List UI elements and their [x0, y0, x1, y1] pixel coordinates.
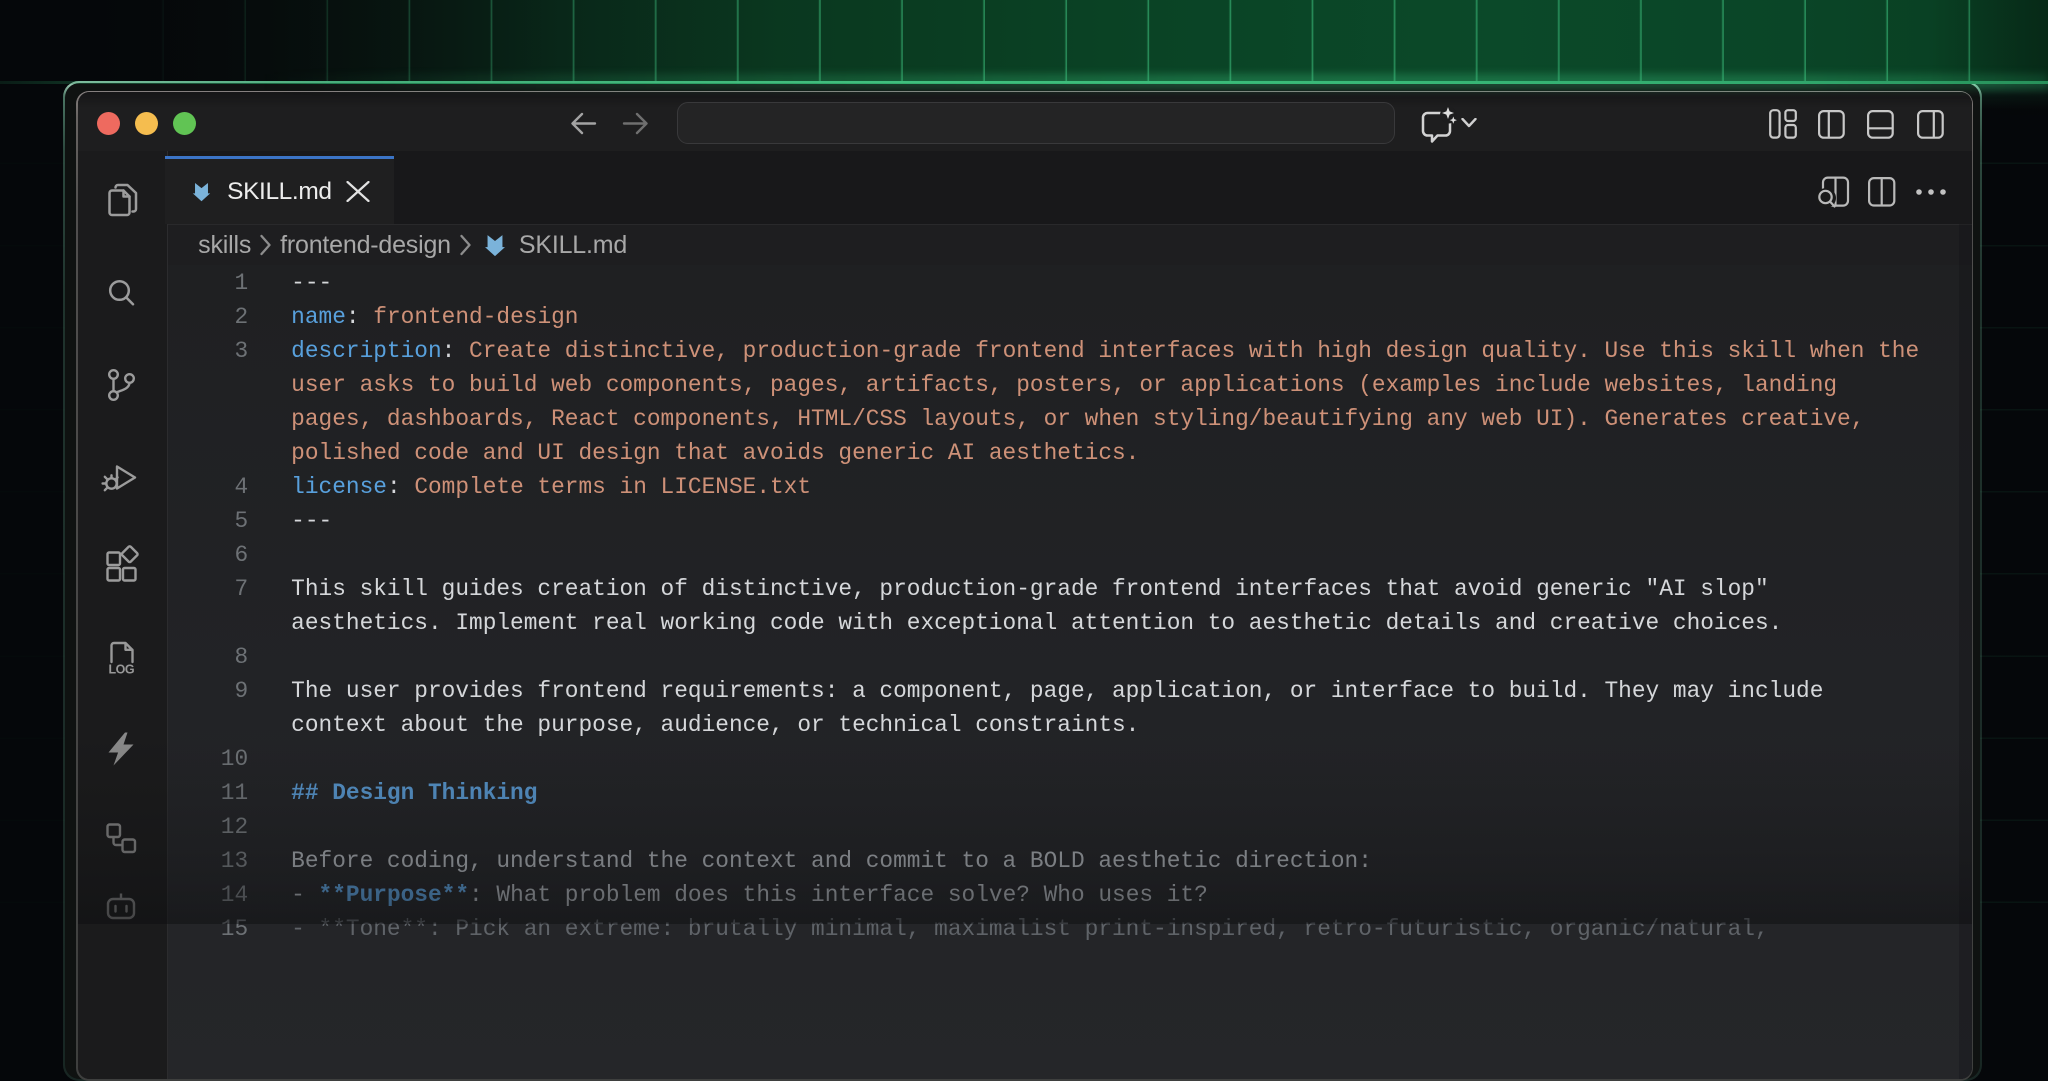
svg-text:LOG: LOG: [109, 662, 135, 676]
